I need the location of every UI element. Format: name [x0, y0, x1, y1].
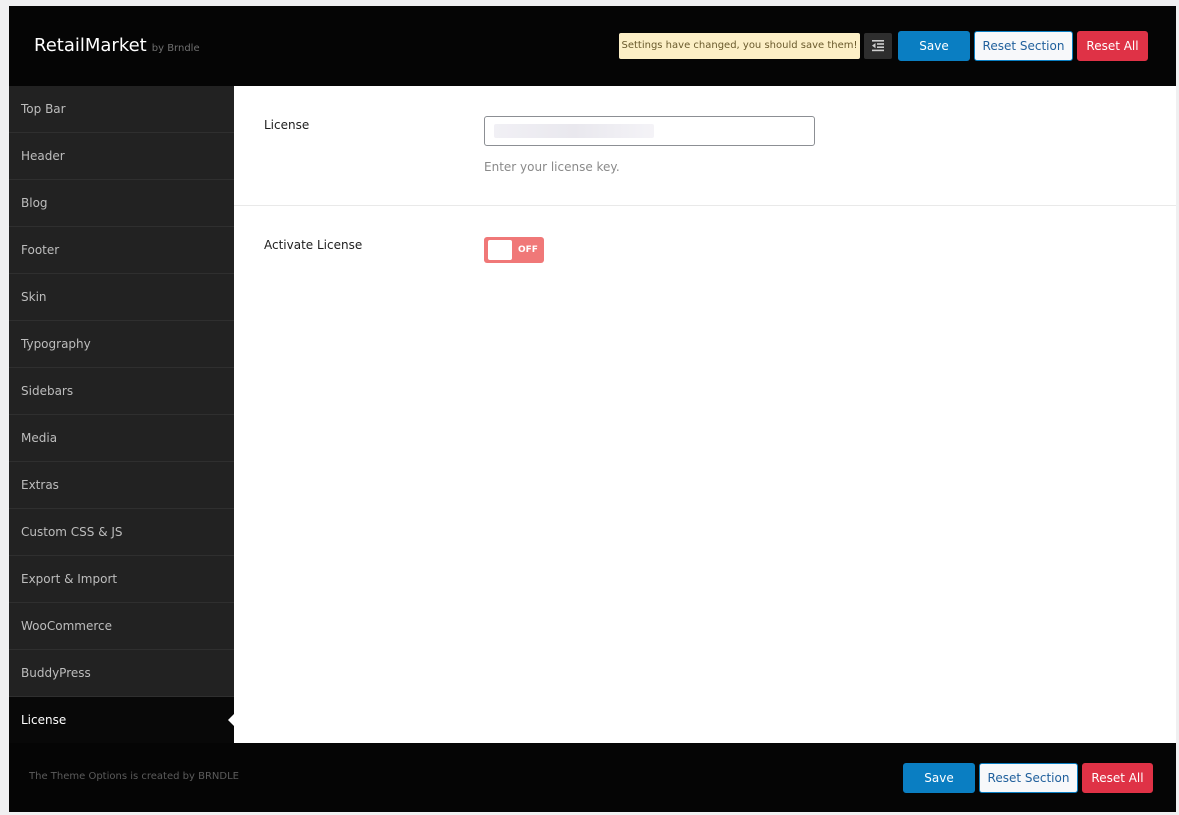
license-label: License	[264, 118, 310, 132]
options-header: RetailMarket by Brndle Settings have chan…	[9, 6, 1176, 86]
footer-credit: The Theme Options is created by BRNDLE	[29, 771, 239, 782]
activate-license-toggle[interactable]: OFF	[484, 237, 544, 263]
collapse-sidebar-button[interactable]	[864, 33, 892, 59]
toggle-state: OFF	[518, 245, 538, 255]
options-footer: The Theme Options is created by BRNDLE S…	[9, 743, 1176, 812]
sidebar-item-custom-css-js[interactable]: Custom CSS & JS	[9, 509, 234, 556]
sidebar-item-skin[interactable]: Skin	[9, 274, 234, 321]
sidebar-item-extras[interactable]: Extras	[9, 462, 234, 509]
sidebar-item-blog[interactable]: Blog	[9, 180, 234, 227]
toggle-knob	[488, 240, 512, 260]
indent-left-icon	[872, 40, 884, 52]
sidebar-item-export-import[interactable]: Export & Import	[9, 556, 234, 603]
sidebar-item-license[interactable]: License	[9, 697, 234, 744]
options-content: License Enter your license key. Activate…	[234, 86, 1176, 743]
license-key-input[interactable]	[484, 116, 815, 146]
unsaved-changes-notice: Settings have changed, you should save t…	[619, 33, 860, 59]
activate-license-row: Activate License OFF	[234, 206, 1176, 286]
sidebar-item-buddypress[interactable]: BuddyPress	[9, 650, 234, 697]
save-button[interactable]: Save	[898, 31, 970, 61]
footer-reset-section-button[interactable]: Reset Section	[979, 763, 1078, 793]
sidebar-item-top-bar[interactable]: Top Bar	[9, 86, 234, 133]
sidebar-item-typography[interactable]: Typography	[9, 321, 234, 368]
options-sidebar: Top Bar Header Blog Footer Skin Typograp…	[9, 86, 234, 744]
sidebar-item-woocommerce[interactable]: WooCommerce	[9, 603, 234, 650]
brand-byline: by Brndle	[151, 43, 200, 54]
sidebar-item-footer[interactable]: Footer	[9, 227, 234, 274]
footer-save-button[interactable]: Save	[903, 763, 975, 793]
theme-options-panel: RetailMarket by Brndle Settings have chan…	[9, 6, 1176, 812]
brand-name: RetailMarket	[34, 35, 147, 56]
sidebar-item-sidebars[interactable]: Sidebars	[9, 368, 234, 415]
brand: RetailMarket by Brndle	[34, 35, 200, 56]
reset-all-button[interactable]: Reset All	[1077, 31, 1148, 61]
activate-license-label: Activate License	[264, 238, 363, 252]
sidebar-item-media[interactable]: Media	[9, 415, 234, 462]
license-field-row: License Enter your license key.	[234, 86, 1176, 206]
sidebar-item-header[interactable]: Header	[9, 133, 234, 180]
license-description: Enter your license key.	[484, 160, 620, 174]
reset-section-button[interactable]: Reset Section	[974, 31, 1073, 61]
footer-reset-all-button[interactable]: Reset All	[1082, 763, 1153, 793]
